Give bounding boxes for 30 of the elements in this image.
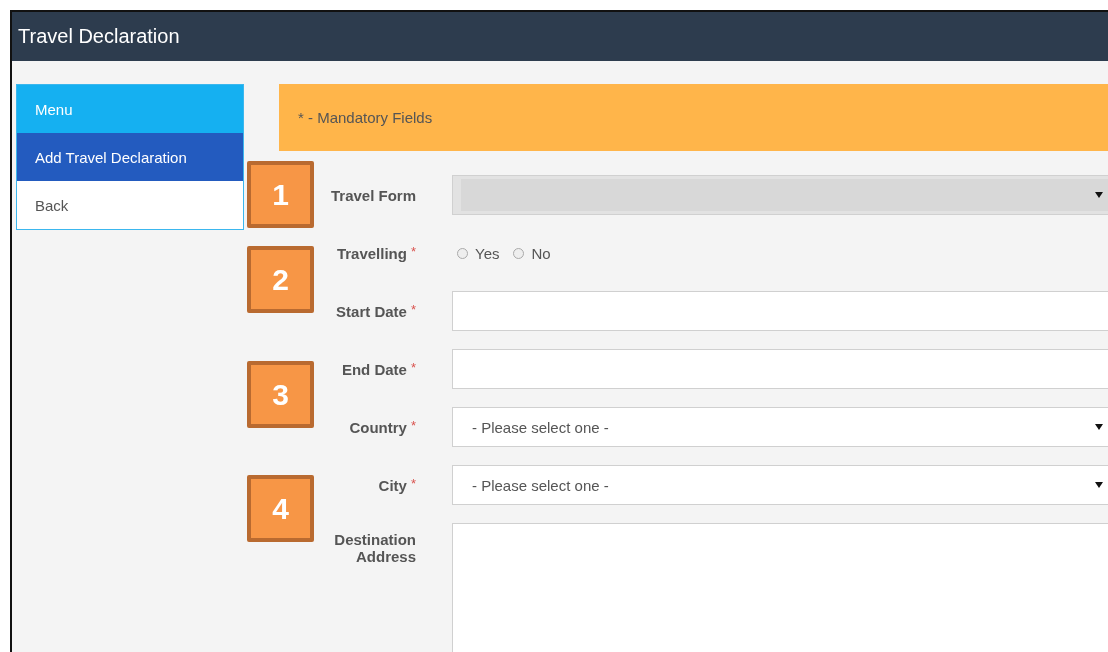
radio-option[interactable]: No — [513, 244, 551, 262]
required-mark: * — [410, 302, 416, 317]
menu-header: Menu — [17, 85, 243, 133]
caret-icon — [1095, 424, 1103, 430]
select-field[interactable]: - Please select one - — [452, 407, 1108, 447]
window-title: Travel Declaration — [18, 25, 180, 48]
date-field[interactable] — [452, 349, 1108, 389]
field-label: Country — [349, 418, 407, 436]
field-label: End Date — [341, 360, 407, 378]
field-label: Travelling — [336, 244, 407, 262]
required-mark: * — [410, 418, 416, 433]
field-label: Destination Address — [333, 531, 416, 565]
caret-icon — [1095, 192, 1103, 198]
step-badge: 2 — [247, 246, 314, 313]
field-label: Start Date — [336, 302, 407, 320]
required-mark: * — [410, 476, 416, 491]
radio-option[interactable]: Yes — [457, 244, 500, 262]
select-field[interactable]: - Please select one - — [452, 465, 1108, 505]
step-badge: 4 — [247, 475, 314, 542]
sidebar-item[interactable]: Add Travel Declaration — [17, 133, 243, 181]
required-mark: * — [410, 244, 416, 259]
step-badge: 1 — [247, 161, 314, 228]
step-badge: 3 — [247, 361, 314, 428]
mandatory-notice: * - Mandatory Fields — [279, 84, 1108, 151]
address-field[interactable] — [452, 523, 1108, 652]
required-mark: * — [410, 360, 416, 375]
field-label: City — [378, 476, 407, 494]
caret-icon — [1095, 482, 1103, 488]
date-field[interactable] — [452, 291, 1108, 331]
field-label: Travel Form — [330, 186, 416, 204]
